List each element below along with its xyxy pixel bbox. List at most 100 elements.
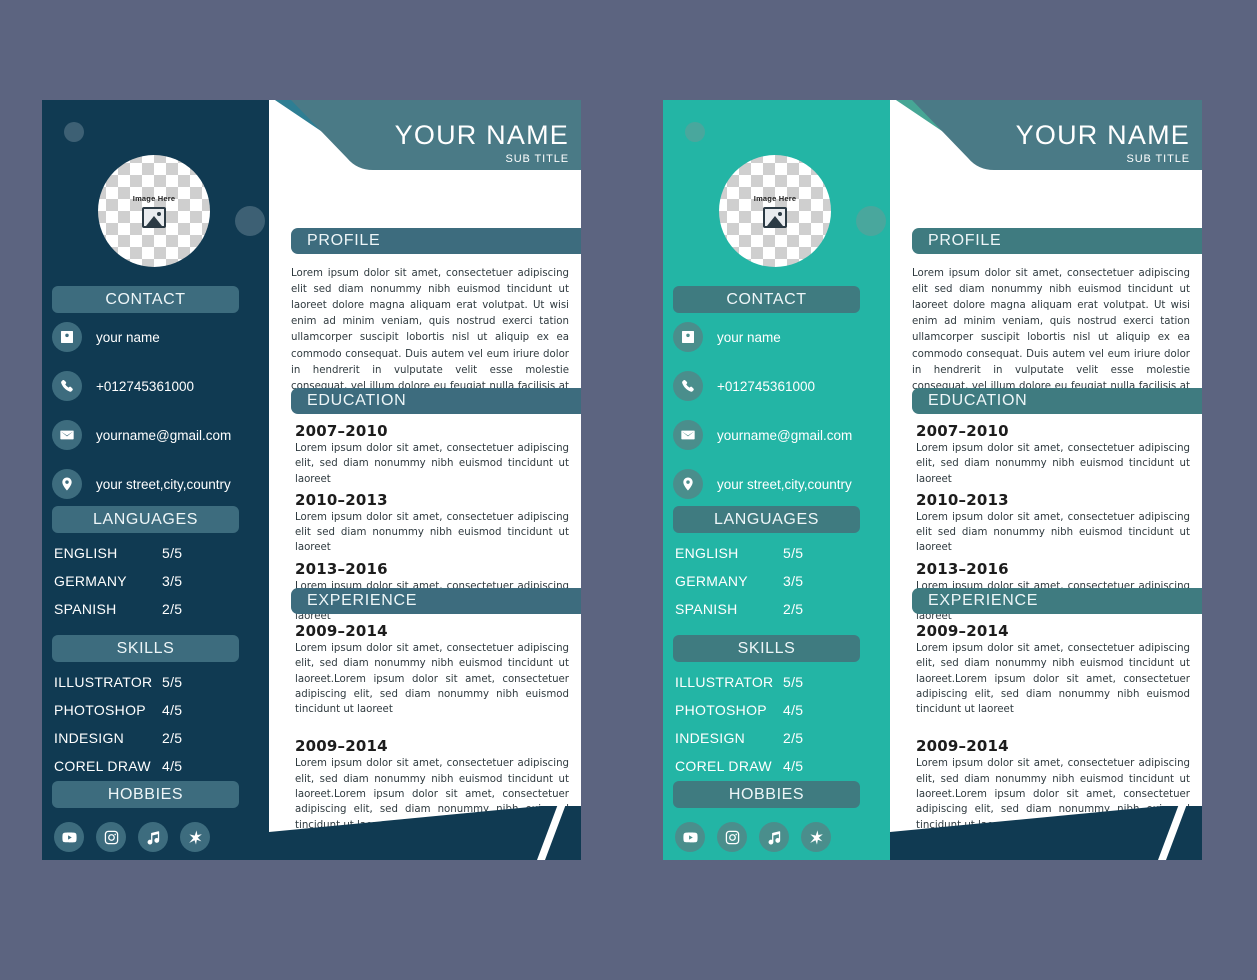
resume-sidebar: Image Here CONTACT your name +0127453610… [663, 100, 890, 860]
contact-row[interactable]: yourname@gmail.com [673, 420, 883, 450]
entry-description: Lorem ipsum dolor sit amet, consectetuer… [295, 511, 569, 554]
language-name: ENGLISH [675, 545, 739, 561]
language-row: GERMANY 3/5 [54, 573, 254, 589]
section-label: EXPERIENCE [928, 592, 1039, 609]
music-note-icon[interactable] [138, 822, 168, 852]
contact-value: your street,city,country [96, 476, 231, 492]
contact-value: +012745361000 [717, 378, 815, 394]
section-header-languages: LANGUAGES [52, 506, 239, 533]
entry-date: 2010–2013 [295, 490, 388, 509]
phone-icon [673, 371, 703, 401]
entry-date: 2007–2010 [916, 422, 1009, 440]
contact-row[interactable]: your street,city,country [52, 469, 262, 499]
language-rating: 3/5 [783, 573, 804, 589]
user-badge-icon [52, 322, 82, 352]
entry-date: 2009–2014 [916, 622, 1009, 640]
decorative-circle [64, 122, 84, 142]
footer-decoration [269, 780, 581, 860]
youtube-icon[interactable] [54, 822, 84, 852]
language-row: GERMANY 3/5 [675, 573, 875, 589]
language-name: GERMANY [675, 573, 748, 589]
skill-name: PHOTOSHOP [54, 702, 146, 718]
languages-list: ENGLISH 5/5 GERMANY 3/5 SPANISH 2/5 [675, 545, 875, 629]
section-header-profile: PROFILE [291, 228, 581, 254]
contact-row[interactable]: yourname@gmail.com [52, 420, 262, 450]
contact-value: your name [96, 329, 160, 345]
section-header-profile: PROFILE [912, 228, 1202, 254]
skill-rating: 2/5 [783, 730, 804, 746]
education-entry: 2007–2010 Lorem ipsum dolor sit amet, co… [916, 422, 1190, 487]
decorative-circle [235, 206, 265, 236]
avatar-placeholder[interactable]: Image Here [719, 155, 831, 267]
section-header-education: EDUCATION [291, 388, 581, 414]
skill-name: ILLUSTRATOR [675, 674, 774, 690]
user-badge-icon [673, 322, 703, 352]
hobbies-icon-list [54, 822, 210, 852]
language-name: ENGLISH [54, 545, 118, 561]
section-label: PROFILE [307, 232, 381, 249]
entry-date: 2009–2014 [295, 737, 388, 756]
skill-name: PHOTOSHOP [675, 702, 767, 718]
image-placeholder-icon [142, 207, 166, 228]
section-label: EDUCATION [307, 392, 407, 409]
section-label: EDUCATION [928, 392, 1028, 409]
contact-row[interactable]: your name [673, 322, 883, 352]
entry-description: Lorem ipsum dolor sit amet, consectetuer… [916, 443, 1190, 485]
star-icon[interactable] [801, 822, 831, 852]
contact-row[interactable]: your name [52, 322, 262, 352]
location-pin-icon [673, 469, 703, 499]
section-header-skills: SKILLS [52, 635, 239, 662]
contact-row[interactable]: your street,city,country [673, 469, 883, 499]
section-header-contact: CONTACT [673, 286, 860, 313]
contact-value: +012745361000 [96, 378, 194, 394]
language-row: ENGLISH 5/5 [675, 545, 875, 561]
section-label: HOBBIES [107, 785, 184, 803]
language-rating: 2/5 [162, 601, 183, 617]
section-label: CONTACT [726, 290, 807, 308]
resume-main-panel: YOUR NAME SUB TITLE PROFILE Lorem ipsum … [890, 100, 1202, 860]
entry-description: Lorem ipsum dolor sit amet, consectetuer… [295, 443, 569, 485]
entry-description: Lorem ipsum dolor sit amet, consectetuer… [916, 511, 1190, 554]
music-note-icon[interactable] [759, 822, 789, 852]
skill-row: PHOTOSHOP 4/5 [54, 702, 254, 718]
star-icon[interactable] [180, 822, 210, 852]
contact-value: your name [717, 329, 781, 345]
skills-list: ILLUSTRATOR 5/5 PHOTOSHOP 4/5 INDESIGN 2… [675, 674, 875, 786]
section-header-hobbies: HOBBIES [52, 781, 239, 808]
section-header-skills: SKILLS [673, 635, 860, 662]
skill-name: INDESIGN [675, 730, 746, 746]
contact-value: your street,city,country [717, 476, 852, 492]
avatar-label: Image Here [132, 194, 176, 203]
skill-row: PHOTOSHOP 4/5 [675, 702, 875, 718]
avatar-placeholder[interactable]: Image Here [98, 155, 210, 267]
section-header-experience: EXPERIENCE [912, 588, 1202, 614]
decorative-circle [685, 122, 705, 142]
footer-decoration [890, 780, 1202, 860]
contact-row[interactable]: +012745361000 [673, 371, 883, 401]
skill-rating: 5/5 [783, 674, 804, 690]
language-name: SPANISH [54, 601, 117, 617]
image-placeholder-icon [763, 207, 787, 228]
language-row: ENGLISH 5/5 [54, 545, 254, 561]
language-row: SPANISH 2/5 [54, 601, 254, 617]
section-label: CONTACT [105, 290, 186, 308]
contact-row[interactable]: +012745361000 [52, 371, 262, 401]
languages-list: ENGLISH 5/5 GERMANY 3/5 SPANISH 2/5 [54, 545, 254, 629]
skill-name: INDESIGN [54, 730, 125, 746]
entry-date: 2013–2016 [916, 559, 1009, 578]
section-label: PROFILE [928, 232, 1002, 249]
skill-rating: 4/5 [162, 702, 183, 718]
education-entry: 2010–2013 Lorem ipsum dolor sit amet, co… [916, 491, 1190, 556]
instagram-icon[interactable] [96, 822, 126, 852]
contact-value: yourname@gmail.com [96, 427, 232, 443]
name-block: YOUR NAME SUB TITLE [1016, 122, 1190, 166]
youtube-icon[interactable] [675, 822, 705, 852]
language-rating: 5/5 [783, 545, 804, 561]
location-pin-icon [52, 469, 82, 499]
skill-rating: 2/5 [162, 730, 183, 746]
section-label: HOBBIES [728, 785, 805, 803]
skill-row: ILLUSTRATOR 5/5 [675, 674, 875, 690]
instagram-icon[interactable] [717, 822, 747, 852]
experience-entry: 2009–2014 Lorem ipsum dolor sit amet, co… [295, 622, 569, 717]
section-label: SKILLS [116, 639, 175, 657]
